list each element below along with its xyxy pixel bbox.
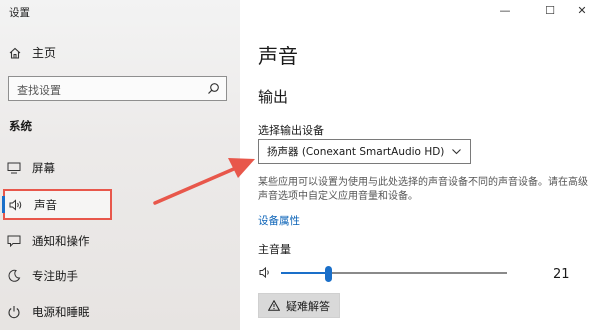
search-placeholder: 查找设置 — [17, 84, 61, 97]
warning-icon — [268, 300, 280, 311]
sidebar-item-focus-assist[interactable]: 专注助手 — [6, 263, 206, 289]
maximize-button[interactable]: ☐ — [532, 3, 568, 17]
search-icon[interactable] — [207, 82, 220, 95]
moon-icon — [6, 269, 22, 283]
sidebar-item-label: 通知和操作 — [32, 234, 90, 248]
sidebar-item-label: 专注助手 — [32, 269, 78, 283]
volume-value: 21 — [553, 267, 570, 282]
sidebar-item-home[interactable]: 主页 — [8, 44, 56, 61]
sidebar: 设置 主页 查找设置 系统 屏幕 声音 通知和操作 专注助手 电源和睡眠 — [0, 0, 240, 330]
sidebar-item-label: 声音 — [34, 197, 57, 212]
sidebar-item-notifications[interactable]: 通知和操作 — [6, 228, 206, 254]
section-label: 系统 — [9, 119, 32, 133]
output-device-label: 选择输出设备 — [258, 124, 324, 137]
sidebar-item-power-sleep[interactable]: 电源和睡眠 — [6, 299, 206, 325]
troubleshoot-label: 疑难解答 — [286, 299, 330, 313]
sidebar-item-label: 主页 — [32, 46, 57, 60]
sidebar-item-display[interactable]: 屏幕 — [6, 155, 206, 181]
slider-fill — [281, 272, 329, 274]
speaker-icon[interactable] — [259, 266, 273, 279]
sidebar-item-label: 屏幕 — [32, 161, 55, 175]
slider-thumb[interactable] — [325, 266, 333, 282]
troubleshoot-button[interactable]: 疑难解答 — [258, 293, 340, 318]
search-input[interactable]: 查找设置 — [8, 76, 227, 101]
section-title: 输出 — [258, 88, 289, 106]
device-properties-link[interactable]: 设备属性 — [258, 213, 300, 228]
minimize-button[interactable]: — — [487, 3, 523, 17]
power-icon — [6, 305, 22, 319]
chevron-down-icon — [452, 149, 461, 155]
volume-slider[interactable] — [281, 266, 507, 282]
app-title: 设置 — [9, 7, 30, 19]
master-volume-label: 主音量 — [258, 243, 291, 256]
close-button[interactable]: ✕ — [564, 3, 600, 17]
sidebar-item-sound[interactable]: 声音 — [2, 189, 112, 220]
monitor-icon — [6, 161, 22, 175]
page-title: 声音 — [258, 44, 298, 68]
home-icon — [9, 47, 21, 59]
speaker-icon — [8, 198, 24, 212]
output-description: 某些应用可以设置为使用与此处选择的声音设备不同的声音设备。请在高级声音选项中自定… — [258, 177, 588, 202]
notification-icon — [6, 234, 22, 248]
sidebar-item-label: 电源和睡眠 — [32, 305, 90, 319]
output-device-select[interactable]: 扬声器 (Conexant SmartAudio HD) — [258, 139, 471, 164]
output-device-value: 扬声器 (Conexant SmartAudio HD) — [267, 146, 445, 158]
